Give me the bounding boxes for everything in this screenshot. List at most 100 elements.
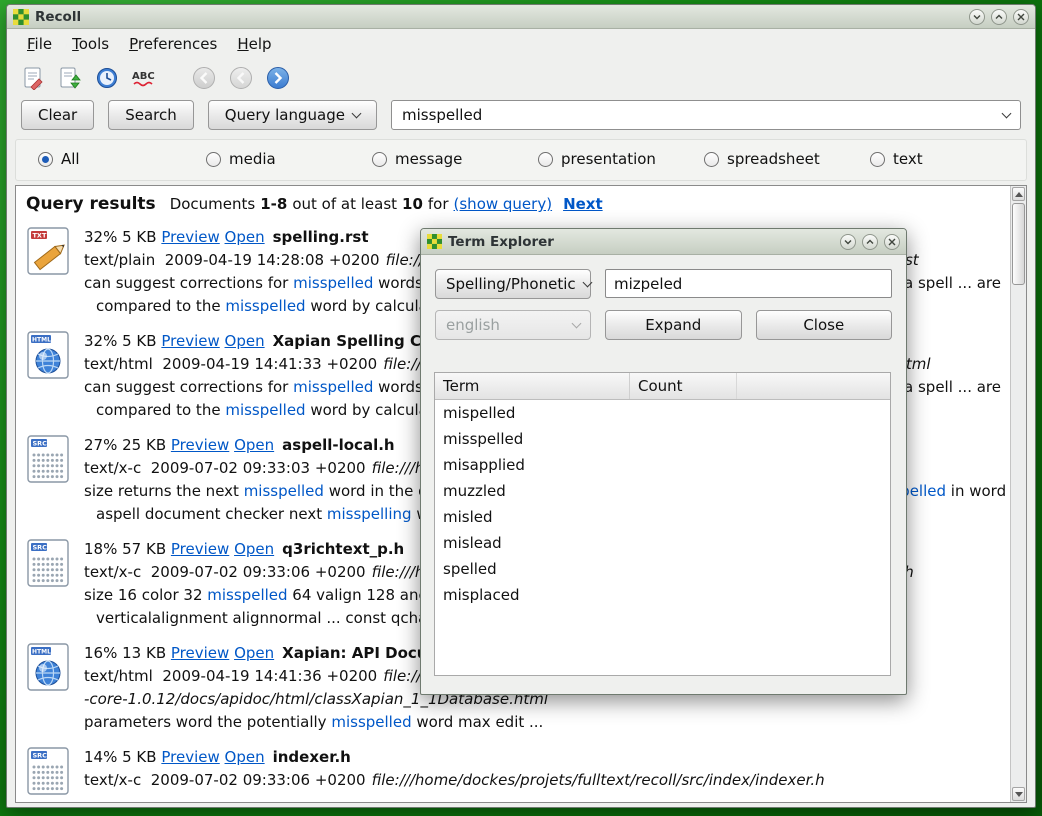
term-table: Term Count mispelledmisspelledmisapplied… — [434, 372, 891, 676]
term-row[interactable]: misplaced — [435, 582, 890, 608]
src-file-icon: SRC — [26, 538, 84, 630]
snippet-line: parameters word the potentially misspell… — [84, 711, 1010, 734]
term-input[interactable] — [605, 269, 892, 298]
result-title: aspell-local.h — [282, 436, 394, 454]
filter-all[interactable]: All — [38, 150, 80, 168]
close-dialog-button[interactable]: Close — [756, 310, 893, 340]
result-size: 5 KB — [122, 332, 156, 350]
open-link[interactable]: Open — [234, 436, 274, 454]
filter-label: spreadsheet — [727, 150, 820, 168]
menu-file[interactable]: File — [17, 31, 62, 57]
term-row[interactable]: mislead — [435, 530, 890, 556]
filter-spreadsheet[interactable]: spreadsheet — [704, 150, 820, 168]
clear-button[interactable]: Clear — [21, 100, 94, 130]
maximize-button[interactable] — [991, 9, 1007, 25]
close-button[interactable] — [1013, 9, 1029, 25]
results-scrollbar[interactable] — [1010, 186, 1026, 802]
result-percent: 32% — [84, 332, 117, 350]
main-titlebar[interactable]: Recoll — [7, 5, 1035, 29]
result-size: 5 KB — [122, 228, 156, 246]
result-date: 2009-04-19 14:41:36 +0200 — [162, 667, 377, 685]
result-date: 2009-07-02 09:33:06 +0200 — [151, 771, 366, 789]
query-combobox[interactable] — [391, 100, 1021, 130]
search-row: Clear Search Query language — [7, 97, 1035, 133]
src-file-icon: SRC — [26, 434, 84, 526]
count-column-header[interactable]: Count — [630, 373, 737, 399]
radio-icon[interactable] — [206, 152, 221, 167]
menu-preferences[interactable]: Preferences — [119, 31, 227, 57]
results-header: Query results Documents 1-8 out of at le… — [26, 194, 1010, 214]
minimize-button[interactable] — [969, 9, 985, 25]
next-page-link[interactable]: Next — [563, 195, 603, 213]
svg-text:HTML: HTML — [32, 337, 51, 344]
radio-icon[interactable] — [38, 152, 53, 167]
dialog-titlebar[interactable]: Term Explorer — [421, 229, 906, 255]
result-date: 2009-04-19 14:28:08 +0200 — [165, 251, 380, 269]
preview-link[interactable]: Preview — [171, 644, 229, 662]
dialog-minimize-button[interactable] — [840, 234, 856, 250]
filter-media[interactable]: media — [206, 150, 276, 168]
summary-range: 1-8 — [260, 195, 287, 213]
result-title: spelling.rst — [273, 228, 369, 246]
search-button[interactable]: Search — [108, 100, 194, 130]
filter-message[interactable]: message — [372, 150, 462, 168]
menu-tools[interactable]: Tools — [62, 31, 119, 57]
preview-link[interactable]: Preview — [161, 332, 219, 350]
show-query-link[interactable]: (show query) — [454, 195, 553, 213]
preview-link[interactable]: Preview — [171, 540, 229, 558]
open-link[interactable]: Open — [225, 228, 265, 246]
result-mime: text/x-c — [84, 459, 141, 477]
menu-help[interactable]: Help — [227, 31, 281, 57]
term-explorer-icon[interactable]: ABC — [130, 64, 158, 92]
term-row[interactable]: misapplied — [435, 452, 890, 478]
term-row[interactable]: muzzled — [435, 478, 890, 504]
open-link[interactable]: Open — [225, 332, 265, 350]
result-item: SRC14% 5 KB Preview Openindexer.htext/x-… — [26, 746, 1010, 797]
preview-link[interactable]: Preview — [161, 748, 219, 766]
result-size: 25 KB — [122, 436, 166, 454]
radio-icon[interactable] — [704, 152, 719, 167]
menubar: FileToolsPreferencesHelp — [7, 29, 1035, 59]
next-page-icon[interactable] — [264, 64, 292, 92]
txt-file-icon: TXT — [26, 226, 84, 318]
summary-for: for — [428, 195, 449, 213]
dialog-maximize-button[interactable] — [862, 234, 878, 250]
scrollbar-up-button[interactable] — [1012, 187, 1025, 201]
dialog-close-button[interactable] — [884, 234, 900, 250]
term-row[interactable]: mispelled — [435, 400, 890, 426]
clear-search-icon[interactable] — [19, 64, 47, 92]
chevron-down-icon — [352, 108, 362, 118]
radio-icon[interactable] — [372, 152, 387, 167]
filter-label: text — [893, 150, 923, 168]
chevron-down-icon — [582, 277, 592, 287]
result-percent: 18% — [84, 540, 117, 558]
preview-link[interactable]: Preview — [171, 436, 229, 454]
term-column-header[interactable]: Term — [435, 373, 630, 399]
query-language-dropdown[interactable]: Query language — [208, 100, 377, 130]
open-link[interactable]: Open — [225, 748, 265, 766]
mode-dropdown[interactable]: Spelling/Phonetic — [435, 269, 591, 299]
svg-text:SRC: SRC — [33, 544, 48, 552]
term-row[interactable]: spelled — [435, 556, 890, 582]
radio-icon[interactable] — [870, 152, 885, 167]
close-label: Close — [803, 316, 844, 334]
scrollbar-thumb[interactable] — [1012, 203, 1025, 285]
expand-button[interactable]: Expand — [605, 310, 742, 340]
results-title: Query results — [26, 194, 156, 214]
filter-presentation[interactable]: presentation — [538, 150, 656, 168]
radio-icon[interactable] — [538, 152, 553, 167]
result-mime: text/plain — [84, 251, 155, 269]
start-query-icon[interactable] — [56, 64, 84, 92]
scrollbar-down-button[interactable] — [1012, 787, 1025, 801]
open-link[interactable]: Open — [234, 644, 274, 662]
preview-link[interactable]: Preview — [161, 228, 219, 246]
term-row[interactable]: misled — [435, 504, 890, 530]
filter-text[interactable]: text — [870, 150, 923, 168]
result-percent: 16% — [84, 644, 117, 662]
chevron-down-icon[interactable] — [1002, 108, 1012, 118]
open-link[interactable]: Open — [234, 540, 274, 558]
document-history-icon[interactable] — [93, 64, 121, 92]
result-date: 2009-07-02 09:33:03 +0200 — [151, 459, 366, 477]
term-row[interactable]: misspelled — [435, 426, 890, 452]
query-input[interactable] — [402, 106, 1003, 124]
